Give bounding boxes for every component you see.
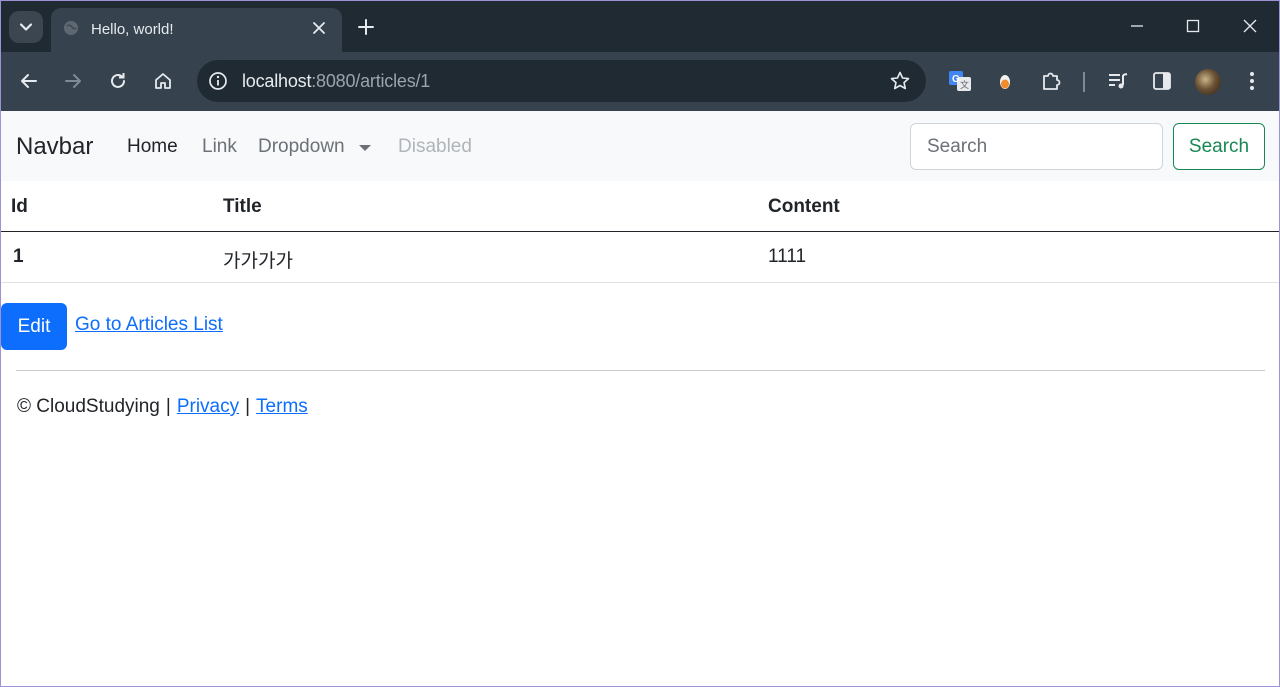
- new-tab-button[interactable]: [352, 13, 380, 41]
- cell-title: 가가가가: [223, 251, 293, 272]
- header-content: Content: [768, 196, 840, 217]
- header-title: Title: [223, 196, 262, 217]
- terms-link[interactable]: Terms: [256, 396, 308, 418]
- site-info-button[interactable]: [206, 69, 230, 93]
- caret-down-icon: [358, 145, 371, 151]
- close-icon: [313, 22, 325, 34]
- footer-separator: |: [245, 396, 251, 417]
- site-navbar: Navbar Home Link Dropdown Disabled Searc…: [0, 111, 1280, 181]
- articles-list-link[interactable]: Go to Articles List: [75, 314, 223, 336]
- svg-text:文: 文: [960, 79, 969, 90]
- url-host: localhost: [242, 71, 312, 91]
- media-controls-button[interactable]: [1103, 66, 1133, 96]
- browser-toolbar: localhost:8080/articles/1 G文: [0, 52, 1280, 111]
- maximize-button[interactable]: [1173, 8, 1213, 44]
- edit-button[interactable]: Edit: [1, 303, 67, 350]
- search-input[interactable]: [910, 123, 1163, 170]
- footer-copyright: © CloudStudying: [17, 396, 160, 417]
- extension-button[interactable]: [990, 66, 1020, 96]
- url-text: localhost:8080/articles/1: [242, 71, 430, 92]
- cell-content: 1111: [768, 246, 807, 267]
- globe-icon: [64, 21, 78, 35]
- header-id: Id: [11, 196, 28, 217]
- tab-title: Hello, world!: [91, 21, 174, 38]
- browser-tab-strip: Hello, world!: [0, 0, 1280, 52]
- arrow-left-icon: [21, 74, 37, 88]
- profile-avatar[interactable]: [1195, 69, 1221, 95]
- nav-dropdown-toggle[interactable]: Dropdown: [258, 136, 371, 158]
- back-button[interactable]: [14, 66, 44, 96]
- cell-id: 1: [13, 246, 24, 267]
- browser-tab-active[interactable]: Hello, world!: [51, 8, 342, 52]
- side-panel-icon: [1153, 72, 1171, 90]
- search-button[interactable]: Search: [1173, 123, 1265, 170]
- close-icon: [1243, 19, 1257, 33]
- nav-dropdown-label: Dropdown: [258, 136, 345, 157]
- tab-close-button[interactable]: [308, 17, 330, 39]
- plus-icon: [358, 19, 374, 35]
- forward-button[interactable]: [58, 66, 88, 96]
- articles-table: Id Title Content 1 가가가가 1111: [0, 182, 1280, 283]
- address-bar[interactable]: localhost:8080/articles/1: [197, 60, 926, 102]
- star-icon: [890, 71, 910, 90]
- nav-link-home[interactable]: Home: [127, 136, 178, 158]
- google-translate-icon: G文: [949, 71, 971, 91]
- home-button[interactable]: [148, 66, 178, 96]
- bookmark-button[interactable]: [888, 69, 912, 93]
- music-queue-icon: [1109, 73, 1128, 89]
- browser-menu-button[interactable]: [1237, 66, 1267, 96]
- home-icon: [155, 73, 171, 89]
- navbar-brand[interactable]: Navbar: [16, 133, 93, 161]
- translate-extension-button[interactable]: G文: [945, 66, 975, 96]
- arrow-right-icon: [65, 74, 81, 88]
- svg-text:G: G: [952, 74, 960, 85]
- table-row: 1 가가가가 1111: [0, 232, 1280, 283]
- reload-button[interactable]: [103, 66, 133, 96]
- window-close-button[interactable]: [1230, 8, 1270, 44]
- reload-icon: [111, 73, 125, 88]
- puzzle-icon: [1043, 72, 1061, 90]
- toolbar-separator: [1083, 72, 1085, 92]
- minimize-button[interactable]: [1117, 8, 1157, 44]
- extensions-menu-button[interactable]: [1036, 66, 1066, 96]
- extension-orange-icon: [1000, 75, 1010, 89]
- table-header-row: Id Title Content: [0, 182, 1280, 232]
- footer-divider: [16, 370, 1265, 371]
- chevron-down-icon: [19, 23, 33, 31]
- page-footer: © CloudStudying | Privacy | Terms: [17, 396, 308, 418]
- privacy-link[interactable]: Privacy: [177, 396, 239, 418]
- minimize-icon: [1131, 25, 1143, 27]
- web-page: Navbar Home Link Dropdown Disabled Searc…: [0, 111, 1280, 687]
- info-icon: [209, 72, 227, 90]
- footer-separator: |: [165, 396, 171, 417]
- url-path: :8080/articles/1: [311, 71, 431, 91]
- side-panel-button[interactable]: [1147, 66, 1177, 96]
- more-vertical-icon: [1250, 72, 1254, 90]
- nav-link-disabled: Disabled: [398, 136, 472, 157]
- nav-link-link[interactable]: Link: [202, 136, 237, 158]
- maximize-icon: [1186, 19, 1200, 33]
- tab-search-button[interactable]: [9, 11, 43, 43]
